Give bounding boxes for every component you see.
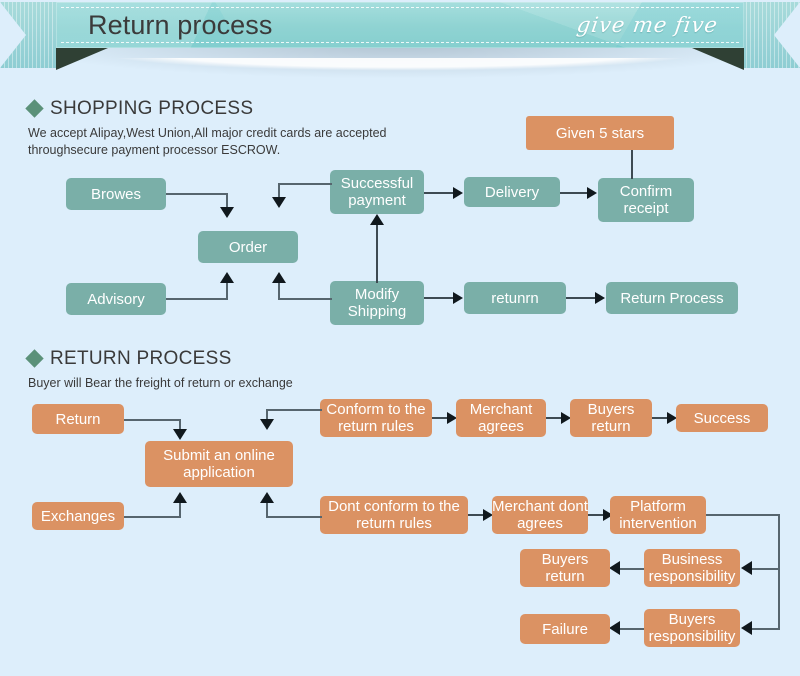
connector-modify-left-h	[278, 298, 332, 300]
node-browes[interactable]: Browes	[66, 178, 166, 210]
node-buyers-return-bottom[interactable]: Buyers return	[520, 549, 610, 587]
connector-delivery-confirm	[560, 192, 588, 194]
arrow-exchanges-up	[173, 492, 187, 503]
node-retunrn[interactable]: retunrn	[464, 282, 566, 314]
arrow-return-down	[173, 429, 187, 440]
diamond-bullet-icon-2	[25, 349, 44, 368]
node-platform-intervention[interactable]: Platform intervention	[610, 496, 706, 534]
shopping-process-subtitle: We accept Alipay,West Union,All major cr…	[28, 126, 387, 157]
arrow-modify-left-up	[272, 272, 286, 283]
node-confirm-receipt[interactable]: Confirm receipt	[598, 178, 694, 222]
connector-payment-left-h	[278, 183, 332, 185]
arrow-conform-down	[260, 419, 274, 430]
header-banner: Return process give me five	[0, 0, 800, 88]
connector-bus-business-h	[752, 568, 780, 570]
connector-conform-merchant	[432, 417, 448, 419]
connector-exchanges-v	[179, 503, 181, 517]
node-buyers-responsibility[interactable]: Buyers responsibility	[644, 609, 740, 647]
return-process-section-header: RETURN PROCESS Buyer will Bear the freig…	[25, 348, 498, 392]
node-business-responsibility[interactable]: Business responsibility	[644, 549, 740, 587]
node-dont-conform-return-rules[interactable]: Dont conform to the return rules	[320, 496, 468, 534]
node-order[interactable]: Order	[198, 231, 298, 263]
arrow-dontconform-up	[260, 492, 274, 503]
page-title: Return process	[88, 10, 273, 40]
connector-advisory-h	[166, 298, 228, 300]
connector-bus-buyersresp-h	[752, 628, 780, 630]
arrow-modify-retunrn	[453, 292, 463, 304]
arrow-business-buyersreturn	[609, 561, 620, 575]
connector-platform-bus-h	[706, 514, 780, 516]
connector-conform-left-h	[266, 409, 322, 411]
connector-modify-retunrn	[424, 297, 454, 299]
connector-confirm-stars-v	[631, 148, 633, 179]
shopping-process-section-header: SHOPPING PROCESS We accept Alipay,West U…	[25, 98, 498, 159]
arrow-advisory-up	[220, 272, 234, 283]
banner-signature: give me five	[575, 13, 720, 37]
connector-business-buyersreturn	[620, 568, 644, 570]
node-return-process[interactable]: Return Process	[606, 282, 738, 314]
arrow-browes-down	[220, 207, 234, 218]
arrow-buyersresp-failure	[609, 621, 620, 635]
connector-payment-delivery	[424, 192, 454, 194]
arrow-bus-business	[741, 561, 752, 575]
node-buyers-return-top[interactable]: Buyers return	[570, 399, 652, 437]
return-process-subtitle: Buyer will Bear the freight of return or…	[28, 376, 293, 390]
return-process-heading: RETURN PROCESS	[25, 348, 498, 370]
node-submit-online-application[interactable]: Submit an online application	[145, 441, 293, 487]
node-delivery[interactable]: Delivery	[464, 177, 560, 207]
connector-advisory-v	[226, 283, 228, 299]
arrow-modify-up	[370, 214, 384, 225]
arrow-delivery-confirm	[587, 187, 597, 199]
connector-modify-left-v	[278, 283, 280, 299]
node-failure[interactable]: Failure	[520, 614, 610, 644]
connector-dontconform-left-h	[266, 516, 322, 518]
node-advisory[interactable]: Advisory	[66, 283, 166, 315]
node-given-5-stars[interactable]: Given 5 stars	[526, 116, 674, 150]
connector-platform-bus-v	[778, 514, 780, 630]
node-success[interactable]: Success	[676, 404, 768, 432]
arrow-bus-buyersresp	[741, 621, 752, 635]
connector-dontconform-left-v	[266, 503, 268, 517]
connector-browes-h	[166, 193, 228, 195]
connector-retunrn-returnprocess	[566, 297, 596, 299]
node-modify-shipping[interactable]: Modify Shipping	[330, 281, 424, 325]
banner-swoosh	[0, 58, 800, 88]
node-merchant-agrees[interactable]: Merchant agrees	[456, 399, 546, 437]
node-conform-return-rules[interactable]: Conform to the return rules	[320, 399, 432, 437]
arrow-payment-down	[272, 197, 286, 208]
banner-body: Return process give me five	[56, 2, 744, 48]
node-return[interactable]: Return	[32, 404, 124, 434]
node-exchanges[interactable]: Exchanges	[32, 502, 124, 530]
connector-buyersreturn-success	[652, 417, 668, 419]
shopping-process-heading: SHOPPING PROCESS	[25, 98, 498, 120]
connector-merchant-buyersreturn	[546, 417, 562, 419]
connector-buyersresp-failure	[620, 628, 644, 630]
diamond-bullet-icon	[25, 99, 44, 118]
infographic-page: Return process give me five SHOPPING PRO…	[0, 0, 800, 676]
connector-modify-up-v	[376, 225, 378, 283]
connector-return-h	[124, 419, 181, 421]
node-successful-payment[interactable]: Successful payment	[330, 170, 424, 214]
connector-exchanges-h	[124, 516, 181, 518]
arrow-retunrn-returnprocess	[595, 292, 605, 304]
connector-merchantdont-platform	[588, 514, 604, 516]
node-merchant-dont-agrees[interactable]: Merchant dont agrees	[492, 496, 588, 534]
connector-dontconform-merchantdont	[468, 514, 484, 516]
arrow-payment-delivery	[453, 187, 463, 199]
